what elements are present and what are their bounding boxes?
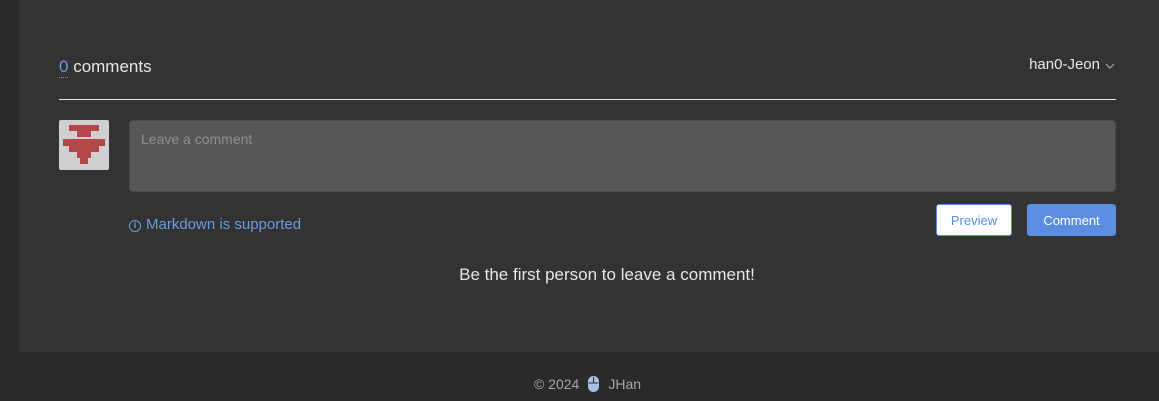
comment-button[interactable]: Comment <box>1027 204 1116 236</box>
preview-button[interactable]: Preview <box>936 204 1012 236</box>
avatar-identicon <box>63 125 105 164</box>
markdown-note-text: Markdown is supported <box>146 216 302 233</box>
markdown-supported-link[interactable]: i Markdown is supported <box>129 216 301 233</box>
footer: © 2024 JHan <box>0 376 1159 392</box>
comments-header: 0 comments han0-Jeon <box>59 56 1116 80</box>
comment-count: 0 comments <box>59 57 152 78</box>
comments-panel: 0 comments han0-Jeon i Markdown is suppo <box>19 0 1159 352</box>
empty-comments-message: Be the first person to leave a comment! <box>459 265 755 284</box>
comment-box <box>129 120 1116 192</box>
comment-input[interactable] <box>129 120 1116 192</box>
comment-count-label: comments <box>68 57 152 76</box>
user-menu[interactable]: han0-Jeon <box>1029 56 1116 73</box>
footer-copyright: © 2024 <box>533 376 580 392</box>
chevron-down-icon <box>1105 63 1115 69</box>
footer-author: JHan <box>608 376 642 392</box>
info-icon: i <box>129 219 141 232</box>
header-divider <box>59 99 1116 100</box>
avatar <box>59 120 109 170</box>
user-name: han0-Jeon <box>1029 56 1100 73</box>
mouse-icon <box>588 376 600 392</box>
